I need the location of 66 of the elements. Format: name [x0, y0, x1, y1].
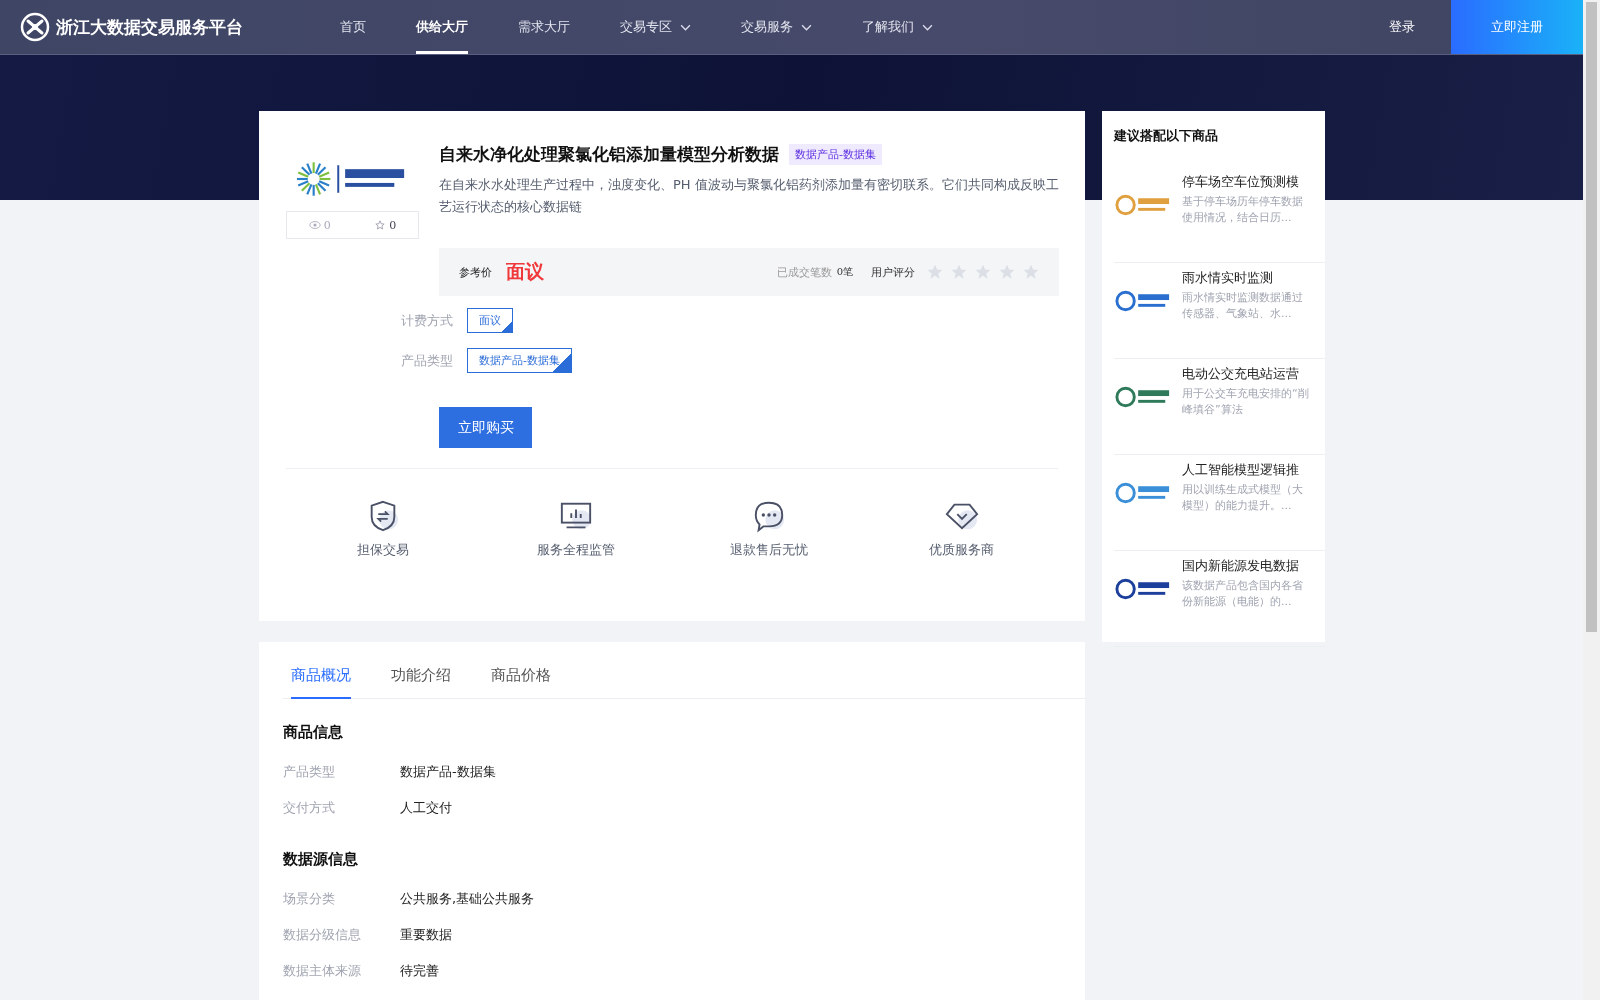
suggested-product[interactable]: 人工智能模型逻辑推 用以训练生成式模型（大模型）的能力提升。... [1114, 455, 1325, 551]
suggested-product-title: 雨水情实时监测 [1182, 269, 1274, 286]
guarantee-label: 服务全程监管 [536, 541, 615, 559]
star-icon [374, 220, 387, 230]
buy-now-button[interactable]: 立即购买 [439, 407, 532, 448]
attribute-label: 计费方式 [401, 311, 453, 330]
suggested-product-description: 基于停车场历年停车数据使用情况，结合日历... [1182, 194, 1304, 226]
attribute-tag: 面议 [467, 308, 513, 333]
product-title: 自来水净化处理聚氯化铝添加量模型分析数据 [439, 143, 779, 166]
category-tag: 数据产品-数据集 [789, 144, 882, 165]
login-link[interactable]: 登录 [1389, 18, 1415, 36]
suggested-product-title: 电动公交充电站运营 [1182, 365, 1300, 382]
view-count: 0 [323, 218, 331, 232]
rating-star-icon [951, 264, 967, 280]
section-heading: 商品信息 [283, 723, 344, 742]
tab[interactable]: 功能介绍 [391, 642, 451, 699]
product-description: 在自来水水处理生产过程中，浊度变化、PH 值波动与聚氯化铝药剂添加量有密切联系。它们共同构成反映工艺运行状态的核心数据链 [439, 176, 1059, 216]
suggested-product-description: 雨水情实时监测数据通过传感器、气象站、水... [1182, 290, 1304, 322]
nav-link[interactable]: 需求大厅 [518, 0, 570, 54]
rating-star-icon [999, 264, 1015, 280]
suggested-product-title: 停车场空车位预测模 [1182, 173, 1300, 190]
field-value: 公共服务,基础公共服务 [400, 890, 535, 908]
eye-icon [308, 220, 321, 230]
guarantee-label: 担保交易 [356, 541, 409, 559]
rating-label: 用户评分 [871, 264, 915, 280]
field-label: 场景分类 [283, 890, 336, 908]
suggested-product-title: 国内新能源发电数据 [1182, 557, 1300, 574]
field-value: 数据产品-数据集 [400, 763, 496, 781]
brand-logo-icon [20, 12, 50, 42]
suggested-product-title: 人工智能模型逻辑推 [1182, 461, 1300, 478]
deals-label: 已成交笔数 [776, 264, 832, 280]
suggested-product[interactable]: 雨水情实时监测 雨水情实时监测数据通过传感器、气象站、水... [1114, 263, 1325, 359]
section-heading: 数据源信息 [283, 850, 359, 869]
suggested-product[interactable]: 电动公交充电站运营 用于公交车充电安排的“削峰填谷”算法 [1114, 359, 1325, 455]
field-label: 数据分级信息 [283, 926, 362, 944]
tab[interactable]: 商品价格 [491, 642, 551, 699]
field-value: 人工交付 [400, 799, 452, 817]
suggestions-heading: 建议搭配以下商品 [1114, 127, 1219, 145]
nav-link[interactable]: 交易服务 [741, 0, 812, 54]
price-label: 参考价 [459, 264, 492, 280]
guarantee-label: 退款售后无忧 [729, 541, 808, 559]
field-label: 交付方式 [283, 799, 336, 817]
suggested-product[interactable]: 停车场空车位预测模 基于停车场历年停车数据使用情况，结合日历... [1114, 167, 1325, 263]
attribute-tag: 数据产品-数据集 [467, 348, 572, 373]
suggested-product-description: 用于公交车充电安排的“削峰填谷”算法 [1182, 386, 1310, 418]
field-value: 重要数据 [400, 926, 452, 944]
suggested-product[interactable]: 国内新能源发电数据 该数据产品包含国内各省份新能源（电能）的... [1114, 551, 1325, 647]
field-label: 数据主体来源 [283, 962, 362, 980]
rating-star-icon [975, 264, 991, 280]
field-value: 待完善 [400, 962, 439, 980]
attribute-label: 产品类型 [401, 351, 453, 370]
suggested-product-description: 用以训练生成式模型（大模型）的能力提升。... [1182, 482, 1304, 514]
field-label: 产品类型 [283, 763, 336, 781]
rating-star-icon [927, 264, 943, 280]
deals-count: 0笔 [836, 265, 853, 279]
nav-link[interactable]: 首页 [340, 0, 366, 54]
rating-star-icon [1023, 264, 1039, 280]
tab[interactable]: 商品概况 [291, 642, 351, 699]
nav-link[interactable]: 了解我们 [862, 0, 933, 54]
guarantee-label: 优质服务商 [929, 541, 994, 559]
suggested-product-description: 该数据产品包含国内各省份新能源（电能）的... [1182, 578, 1304, 610]
brand-name: 浙江大数据交易服务平台 [56, 15, 243, 39]
favorite-count: 0 [389, 218, 397, 232]
nav-link[interactable]: 交易专区 [620, 0, 691, 54]
scrollbar[interactable] [1583, 0, 1600, 1000]
price-value: 面议 [506, 259, 544, 284]
